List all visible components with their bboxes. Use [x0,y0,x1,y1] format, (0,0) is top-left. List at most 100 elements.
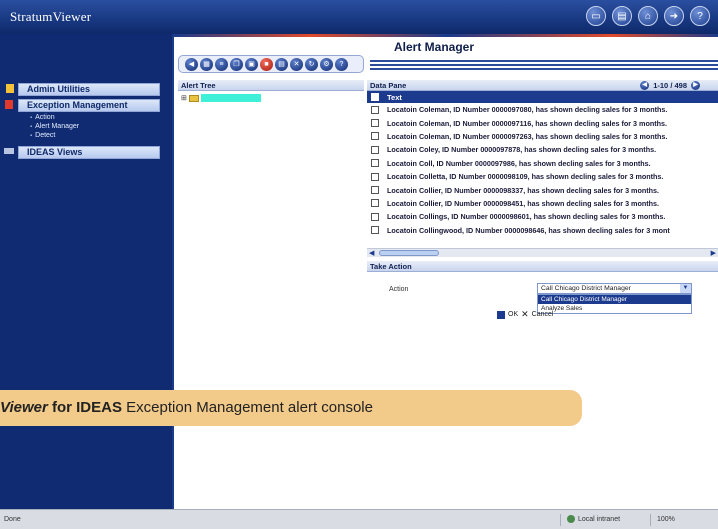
row-text: Locatoin Collier, ID Number 0000098337, … [387,185,660,195]
row-checkbox[interactable] [371,172,379,181]
top-toolbar: ▭ ▤ ⌂ ➜ ? [586,6,710,26]
sidebar-subitem-alert-manager[interactable]: Alert Manager [30,123,79,131]
action-option[interactable]: Analyze Sales [538,304,691,313]
row-checkbox[interactable] [371,145,379,154]
scroll-right-icon[interactable]: ▶ [711,249,716,257]
refresh-icon[interactable]: ↻ [305,57,318,71]
sidebar-item-exception-management[interactable]: Exception Management [18,99,160,112]
help-icon[interactable]: ? [335,57,348,71]
table-row[interactable]: Locatoin Collingwood, ID Number 00000986… [367,224,718,237]
zone-label: Local intranet [578,516,621,523]
row-checkbox[interactable] [371,105,379,114]
row-checkbox[interactable] [371,226,379,235]
cancel-button[interactable]: Cancel [532,311,554,318]
table-row[interactable]: Locatoin Colletta, ID Number 0000098109,… [367,170,718,183]
take-action-panel: Take Action Action Call Chicago District… [367,261,718,461]
zoom-level[interactable]: 100% [650,514,675,526]
table-row[interactable]: Locatoin Coleman, ID Number 0000097263, … [367,130,718,143]
row-text: Locatoin Collingwood, ID Number 00000986… [387,225,670,235]
settings-icon[interactable]: ⚙ [320,57,333,71]
row-text: Locatoin Coleman, ID Number 0000097263, … [387,131,668,141]
decorative-rule [174,34,718,37]
sidebar-subitem-detect[interactable]: Detect [30,132,55,140]
row-text: Locatoin Coll, ID Number 0000097986, has… [387,158,651,168]
title-bar: StratumViewer ▭ ▤ ⌂ ➜ ? [0,0,718,34]
alert-tree-header: Alert Tree [178,80,364,91]
action-dropdown-list[interactable]: Call Chicago District Manager Analyze Sa… [537,294,692,314]
row-text: Locatoin Collier, ID Number 0000098451, … [387,198,660,208]
sidebar-item-admin-utilities[interactable]: Admin Utilities [18,83,160,96]
alert-toolbar: ◀ ▦ ≡ ❐ ▣ ■ ▤ ✕ ↻ ⚙ ? [178,55,364,73]
chart-icon[interactable]: ▤ [612,6,632,26]
scrollbar-thumb[interactable] [379,250,439,256]
table-row[interactable]: Locatoin Collings, ID Number 0000098601,… [367,210,718,223]
monitor-icon[interactable]: ▭ [586,6,606,26]
views-marker-icon [4,148,14,154]
list-icon[interactable]: ≡ [215,57,228,71]
tree-node[interactable]: ⊞ [178,94,364,102]
data-pane-title: Data Pane [370,81,407,90]
pager-range: 1-10 / 498 [653,81,687,90]
tree-node-label[interactable] [200,94,261,102]
column-header: Text [367,91,718,103]
action-option[interactable]: Call Chicago District Manager [538,295,691,304]
caption-description: Exception Management alert console [122,399,373,416]
chevron-down-icon[interactable]: ▼ [680,284,691,293]
column-header-text[interactable]: Text [387,93,402,102]
close-icon[interactable]: ✕ [290,57,303,71]
logout-icon[interactable]: ➜ [664,6,684,26]
print-icon[interactable]: ▣ [245,57,258,71]
table-row[interactable]: Locatoin Coll, ID Number 0000097986, has… [367,157,718,170]
row-checkbox[interactable] [371,132,379,141]
take-action-header: Take Action [367,261,718,272]
expand-icon[interactable]: ⊞ [181,94,187,102]
row-text: Locatoin Collings, ID Number 0000098601,… [387,212,666,222]
select-all-checkbox[interactable] [371,93,379,101]
folder-icon [188,94,199,102]
cancel-icon[interactable]: ✕ [521,309,529,320]
row-checkbox[interactable] [371,159,379,168]
action-buttons: OK ✕ Cancel [497,309,553,320]
caption-banner: Viewer for IDEAS Exception Management al… [0,390,582,426]
delete-icon[interactable]: ■ [260,57,273,71]
row-text: Locatoin Colletta, ID Number 0000098109,… [387,172,664,182]
row-checkbox[interactable] [371,199,379,208]
prev-page-icon[interactable]: ◀ [640,81,650,90]
row-text: Locatoin Coley, ID Number 0000097878, ha… [387,145,657,155]
copy-icon[interactable]: ❐ [230,57,243,71]
export-icon[interactable]: ▤ [275,57,288,71]
grid-icon[interactable]: ▦ [200,57,213,71]
decorative-stripes [370,60,718,72]
action-label: Action [389,286,409,293]
sidebar: Admin Utilities Exception Management Act… [0,34,172,509]
action-select[interactable]: Call Chicago District Manager ▼ [537,283,692,294]
app-brand: StratumViewer [10,9,92,24]
row-checkbox[interactable] [371,212,379,221]
table-row[interactable]: Locatoin Collier, ID Number 0000098451, … [367,197,718,210]
row-checkbox[interactable] [371,119,379,128]
table-row[interactable]: Locatoin Collier, ID Number 0000098337, … [367,183,718,196]
row-checkbox[interactable] [371,186,379,195]
main-content: Alert Manager ◀ ▦ ≡ ❐ ▣ ■ ▤ ✕ ↻ ⚙ ? Aler… [172,34,718,509]
home-icon[interactable]: ⌂ [638,6,658,26]
help-icon[interactable]: ? [690,6,710,26]
ok-button[interactable]: OK [508,311,518,318]
admin-key-icon [6,84,14,93]
caption-for: for IDEAS [47,399,122,416]
table-row[interactable]: Locatoin Coley, ID Number 0000097878, ha… [367,143,718,156]
sidebar-item-ideas-views[interactable]: IDEAS Views [18,146,160,159]
caption-product: Viewer [0,399,48,416]
page-title: Alert Manager [394,40,475,54]
data-pane-header: Data Pane ◀ 1-10 / 498 ▶ [367,80,718,91]
first-icon[interactable]: ◀ [185,57,198,71]
horizontal-scrollbar[interactable]: ◀ ▶ [367,248,718,257]
next-page-icon[interactable]: ▶ [691,81,700,90]
scroll-left-icon[interactable]: ◀ [369,249,374,257]
table-row[interactable]: Locatoin Coleman, ID Number 0000097080, … [367,103,718,116]
globe-icon [567,515,575,524]
row-text: Locatoin Coleman, ID Number 0000097116, … [387,118,667,128]
table-row[interactable]: Locatoin Coleman, ID Number 0000097116, … [367,116,718,129]
row-text: Locatoin Coleman, ID Number 0000097080, … [387,105,668,115]
sidebar-subitem-action[interactable]: Action [30,114,54,122]
ok-icon[interactable] [497,310,505,319]
